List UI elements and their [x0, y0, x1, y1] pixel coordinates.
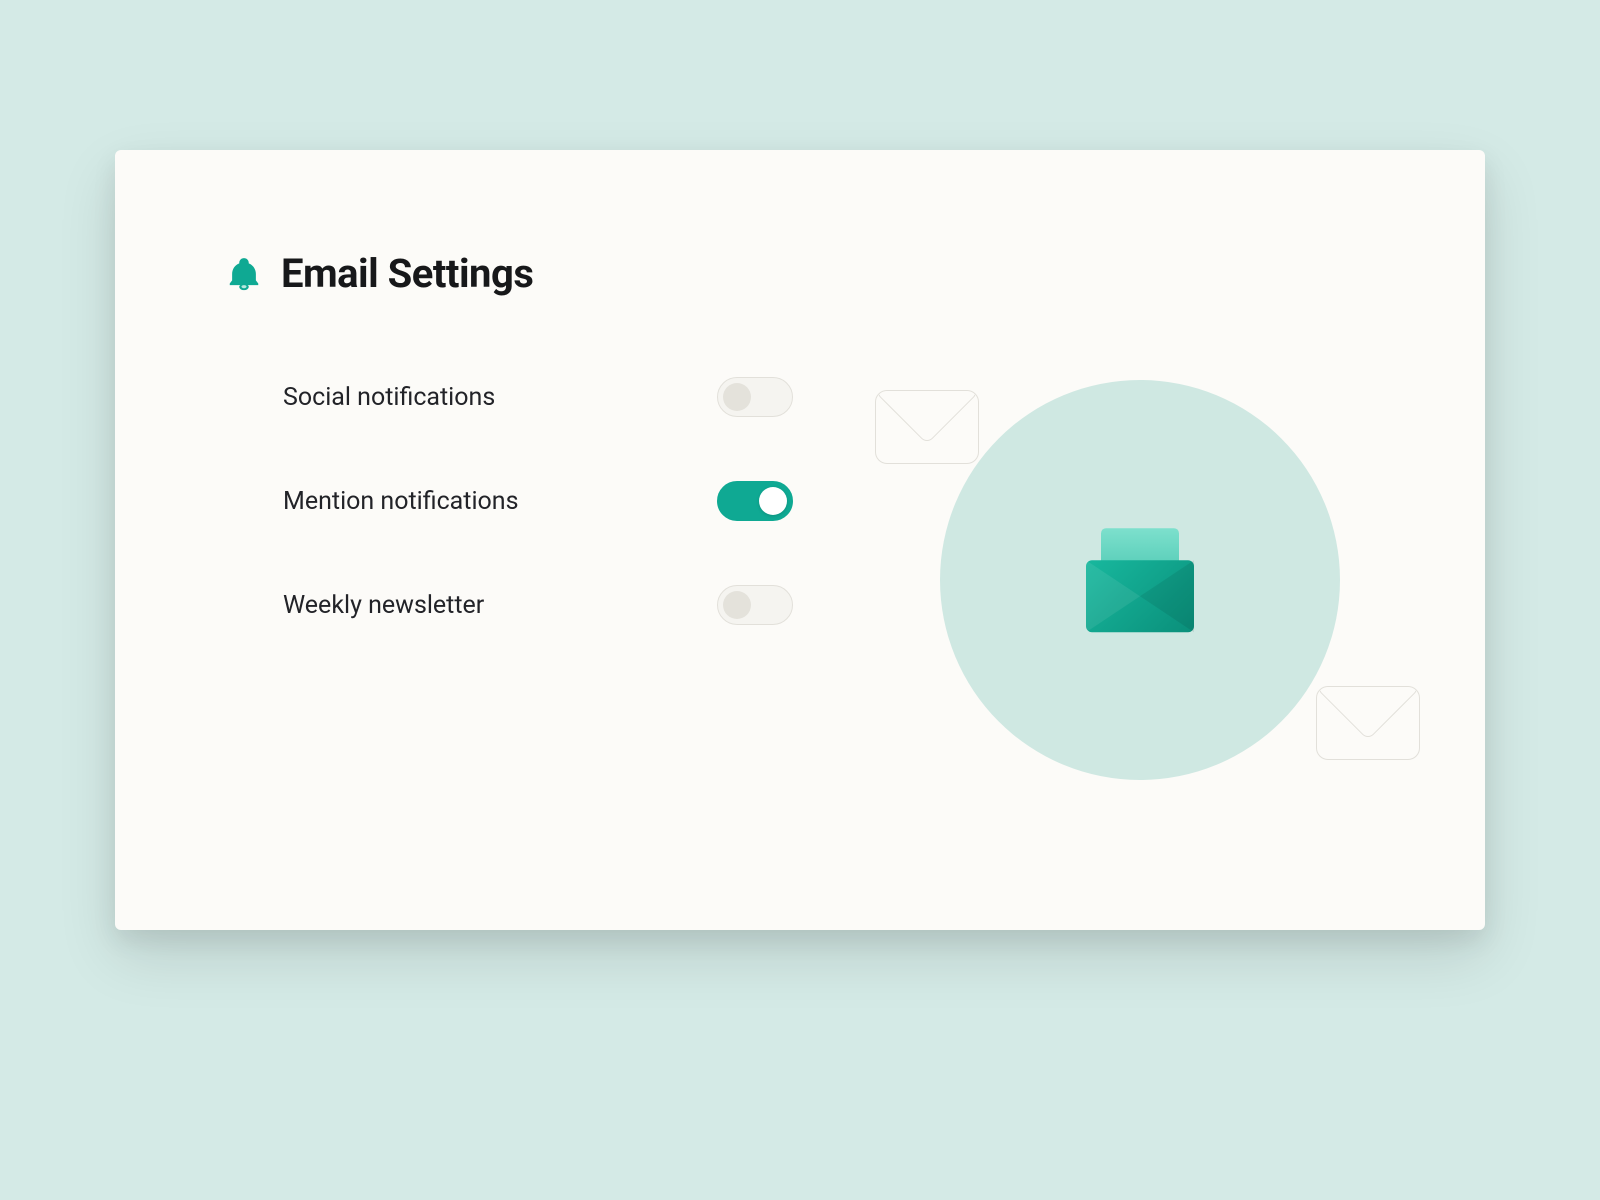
open-envelope-icon [1086, 542, 1194, 632]
page-title: Email Settings [281, 250, 533, 297]
email-illustration [865, 340, 1415, 820]
setting-row-mention: Mention notifications [283, 481, 793, 521]
settings-left-column: Email Settings Social notifications Ment… [225, 250, 845, 870]
envelope-icon [1316, 686, 1420, 760]
toggle-mention-notifications[interactable] [717, 481, 793, 521]
toggle-knob [723, 383, 751, 411]
setting-label: Weekly newsletter [283, 591, 484, 620]
envelope-icon [875, 390, 979, 464]
settings-card: Email Settings Social notifications Ment… [115, 150, 1485, 930]
setting-row-newsletter: Weekly newsletter [283, 585, 793, 625]
header: Email Settings [225, 250, 845, 297]
setting-label: Mention notifications [283, 487, 519, 516]
bell-icon [225, 255, 263, 293]
setting-label: Social notifications [283, 383, 495, 412]
toggle-social-notifications[interactable] [717, 377, 793, 417]
settings-list: Social notifications Mention notificatio… [225, 377, 845, 625]
toggle-knob [723, 591, 751, 619]
toggle-knob [759, 487, 787, 515]
toggle-weekly-newsletter[interactable] [717, 585, 793, 625]
setting-row-social: Social notifications [283, 377, 793, 417]
